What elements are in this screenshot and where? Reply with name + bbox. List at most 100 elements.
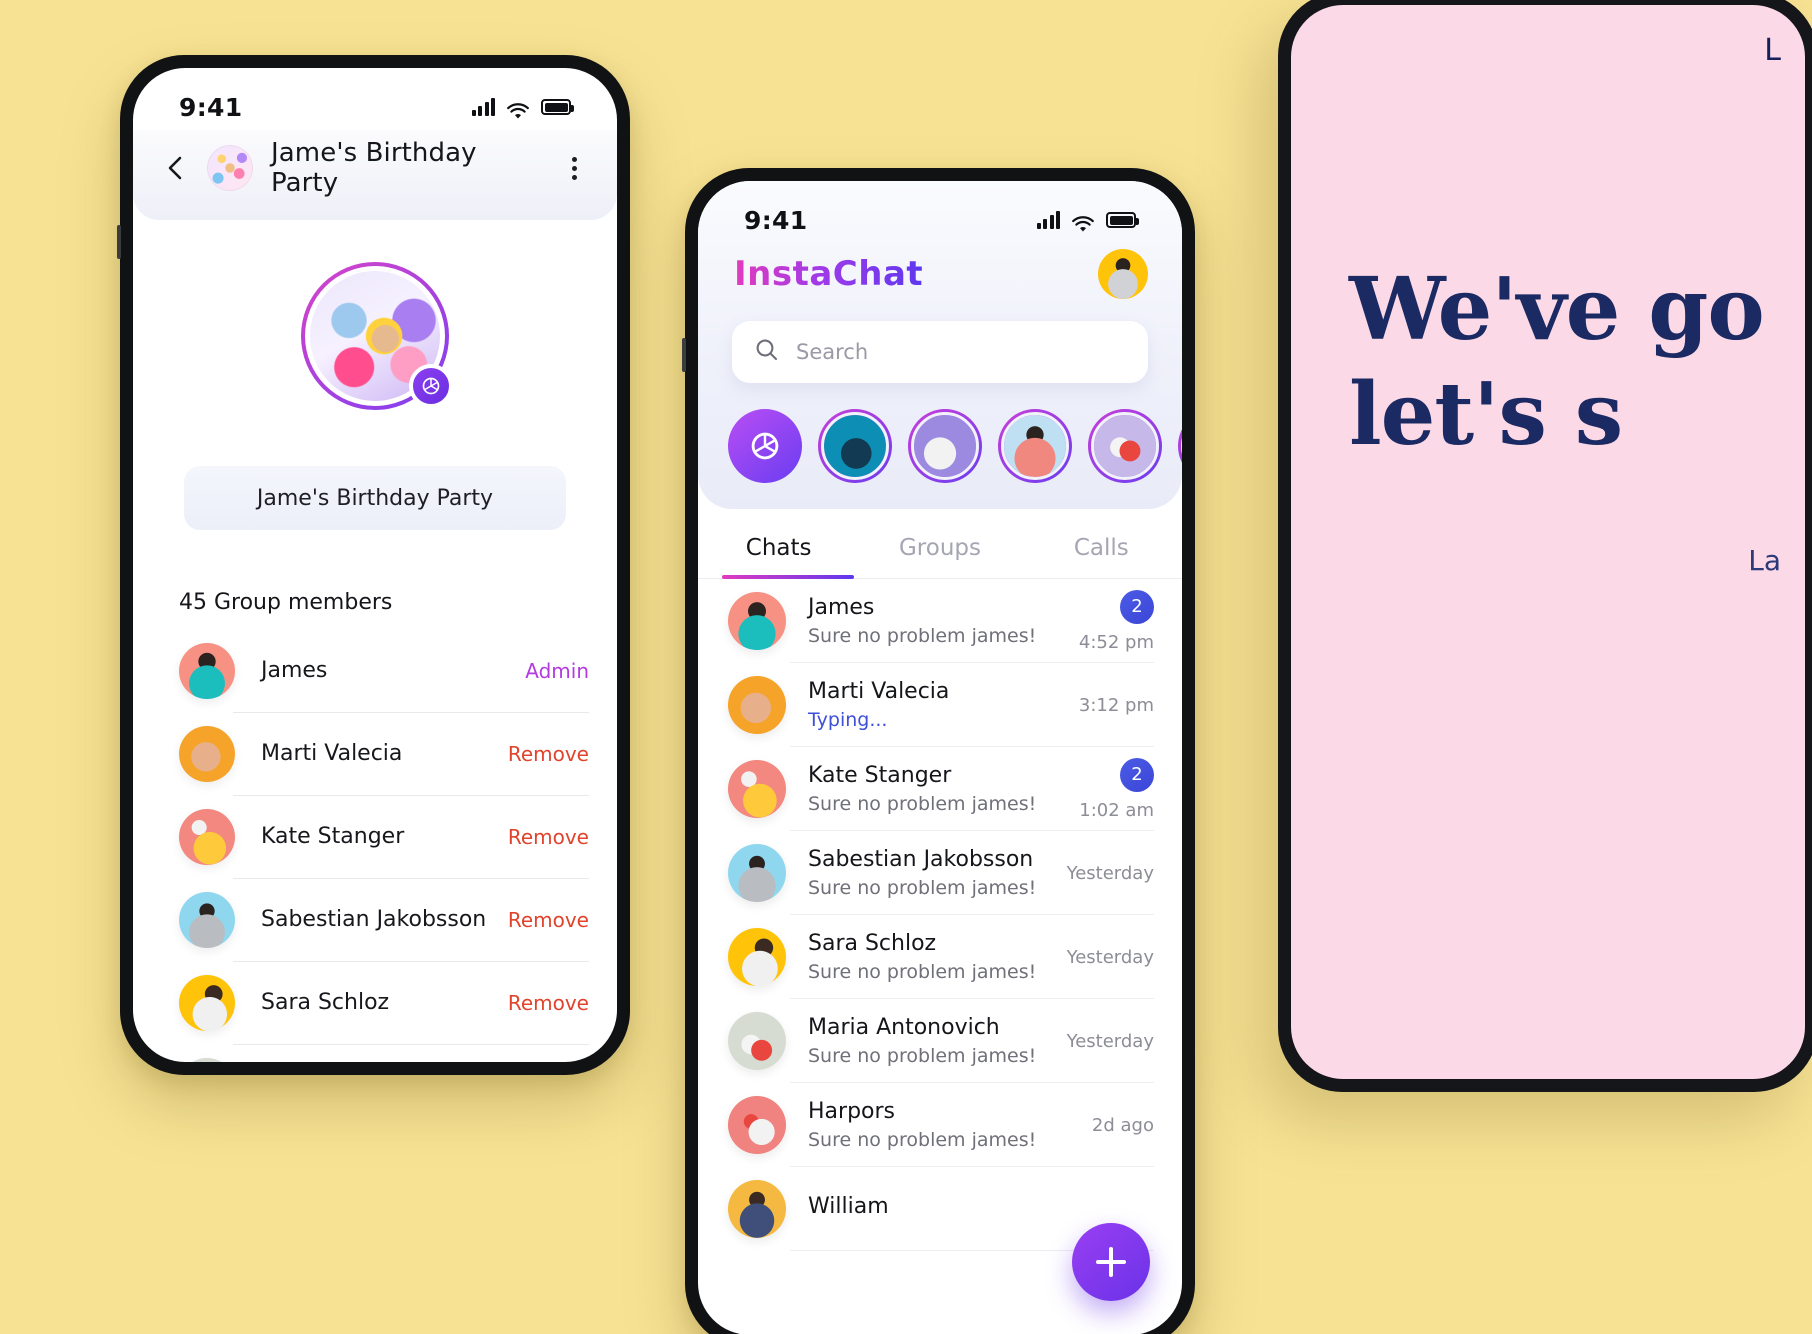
story-avatar [1181, 412, 1182, 480]
chat-preview: Sure no problem james! [808, 1129, 1037, 1151]
chat-name: Maria Antonovich [808, 1015, 1000, 1040]
chat-text-block: William [808, 1194, 1154, 1224]
promo-top-text: L [1764, 33, 1781, 68]
member-action-admin[interactable]: Admin [525, 659, 589, 683]
chat-preview: Sure no problem james! [808, 793, 1037, 815]
chat-row[interactable]: Maria Antonovich Sure no problem james! Ye… [698, 999, 1182, 1083]
chat-preview: Sure no problem james! [808, 877, 1037, 899]
chat-meta: 2d ago [1092, 1115, 1154, 1136]
app-brand-title: InstaChat [734, 254, 924, 294]
chat-list-phone: 9:41 InstaChat Search Chats Groups Calls… [682, 168, 1195, 1334]
chat-avatar [728, 1180, 786, 1238]
chat-name: Harpors [808, 1099, 896, 1124]
member-name: James [261, 658, 328, 683]
chat-avatar [728, 928, 786, 986]
chat-timestamp: 2d ago [1091, 1114, 1154, 1136]
member-row[interactable]: Maria AntonovichRemove [133, 1044, 617, 1062]
group-info-topbar: Jame's Birthday Party [133, 130, 617, 220]
chat-text-block: Kate Stanger Sure no problem james! [808, 763, 1079, 815]
chat-avatar [728, 676, 786, 734]
member-action-remove[interactable]: Remove [508, 991, 589, 1015]
chat-timestamp: 3:12 pm [1078, 694, 1154, 716]
stories-row[interactable] [698, 383, 1182, 483]
member-action-remove[interactable]: Remove [508, 742, 589, 766]
chat-text-block: Marti Valecia Typing... [808, 679, 1079, 731]
status-time: 9:41 [179, 92, 243, 122]
status-time: 9:41 [744, 205, 808, 235]
new-chat-fab-button[interactable] [1072, 1223, 1150, 1301]
member-list: James Admin Marti Valecia Remove Kate Stange… [133, 629, 617, 1062]
member-row[interactable]: Sabestian Jakobsson Remove [133, 878, 617, 961]
story-item[interactable] [1178, 409, 1182, 483]
wifi-icon [506, 98, 530, 119]
tab-calls[interactable]: Calls [1021, 509, 1182, 579]
member-action-remove[interactable]: Remove [508, 908, 589, 932]
story-item[interactable] [1088, 409, 1162, 483]
chat-timestamp: Yesterday [1066, 1030, 1154, 1052]
wifi-icon [1071, 211, 1095, 232]
status-bar: 9:41 [133, 68, 617, 130]
story-item[interactable] [998, 409, 1072, 483]
signal-icon [1036, 211, 1060, 229]
camera-icon[interactable] [409, 364, 453, 408]
member-row[interactable]: Kate Stanger Remove [133, 795, 617, 878]
brand-row: InstaChat [698, 243, 1182, 299]
promo-headline-line1: We've go [1349, 259, 1765, 360]
chat-avatar [728, 1012, 786, 1070]
status-icons [471, 98, 574, 119]
chat-meta: Yesterday [1067, 947, 1154, 968]
story-add-button[interactable] [728, 409, 802, 483]
chat-meta: Yesterday [1067, 1031, 1154, 1052]
chat-row[interactable]: Sabestian Jakobsson Sure no problem james… [698, 831, 1182, 915]
search-icon [754, 337, 780, 367]
chat-row[interactable]: Marti Valecia Typing... 3:12 pm [698, 663, 1182, 747]
chat-preview: Sure no problem james! [808, 961, 1037, 983]
search-bar[interactable]: Search [732, 321, 1148, 383]
chat-row[interactable]: Sara Schloz Sure no problem james! Yesterd… [698, 915, 1182, 999]
chat-timestamp: 4:52 pm [1078, 631, 1154, 653]
member-name: Sabestian Jakobsson [261, 907, 487, 932]
member-row[interactable]: Sara Schloz Remove [133, 961, 617, 1044]
chat-row[interactable]: Harpors Sure no problem james! 2d ago [698, 1083, 1182, 1167]
story-item[interactable] [818, 409, 892, 483]
story-item[interactable] [908, 409, 982, 483]
chat-preview: Typing... [808, 709, 888, 731]
member-row[interactable]: Marti Valecia Remove [133, 712, 617, 795]
group-hero: Jame's Birthday Party [133, 220, 617, 530]
tab-chats[interactable]: Chats [698, 509, 859, 579]
status-bar: 9:41 [698, 181, 1182, 243]
chat-tabs[interactable]: Chats Groups Calls [698, 509, 1182, 579]
chat-row[interactable]: James Sure no problem james! 2 4:52 pm [698, 579, 1182, 663]
member-avatar [179, 642, 235, 699]
member-action-remove[interactable]: Remove [508, 825, 589, 849]
group-avatar-small [207, 145, 253, 191]
member-avatar [179, 974, 235, 1031]
promo-headline: We've go let's s [1291, 68, 1805, 468]
back-chevron-icon[interactable] [163, 155, 189, 181]
battery-icon [541, 99, 574, 115]
chat-meta: 2 1:02 am [1079, 757, 1154, 821]
chat-timestamp: 1:02 am [1079, 799, 1154, 821]
chat-meta: 3:12 pm [1079, 695, 1154, 716]
tab-groups[interactable]: Groups [859, 509, 1020, 579]
group-avatar-large[interactable] [301, 262, 453, 410]
member-name: Kate Stanger [261, 824, 405, 849]
group-name-field[interactable]: Jame's Birthday Party [184, 466, 566, 530]
search-input[interactable]: Search [796, 340, 868, 364]
group-info-phone: 9:41 Jame's Birthday Party Jame's Birthd… [117, 55, 630, 1075]
chat-row[interactable]: Kate Stanger Sure no problem james! 2 1:02 … [698, 747, 1182, 831]
status-icons [1036, 211, 1139, 232]
chat-avatar [728, 1096, 786, 1154]
chat-text-block: Harpors Sure no problem james! [808, 1099, 1092, 1151]
profile-avatar[interactable] [1098, 249, 1148, 299]
signal-icon [471, 98, 495, 116]
chat-name: William [808, 1194, 889, 1219]
kebab-menu-icon[interactable] [561, 156, 587, 180]
member-row[interactable]: James Admin [133, 629, 617, 712]
chat-timestamp: Yesterday [1066, 862, 1154, 884]
chat-preview: Sure no problem james! [808, 1045, 1037, 1067]
promo-phone: L We've go let's s La [1278, 0, 1812, 1092]
chat-list-screen: 9:41 InstaChat Search Chats Groups Calls… [698, 181, 1182, 1334]
chat-avatar [728, 592, 786, 650]
chat-name: Sabestian Jakobsson [808, 847, 1034, 872]
